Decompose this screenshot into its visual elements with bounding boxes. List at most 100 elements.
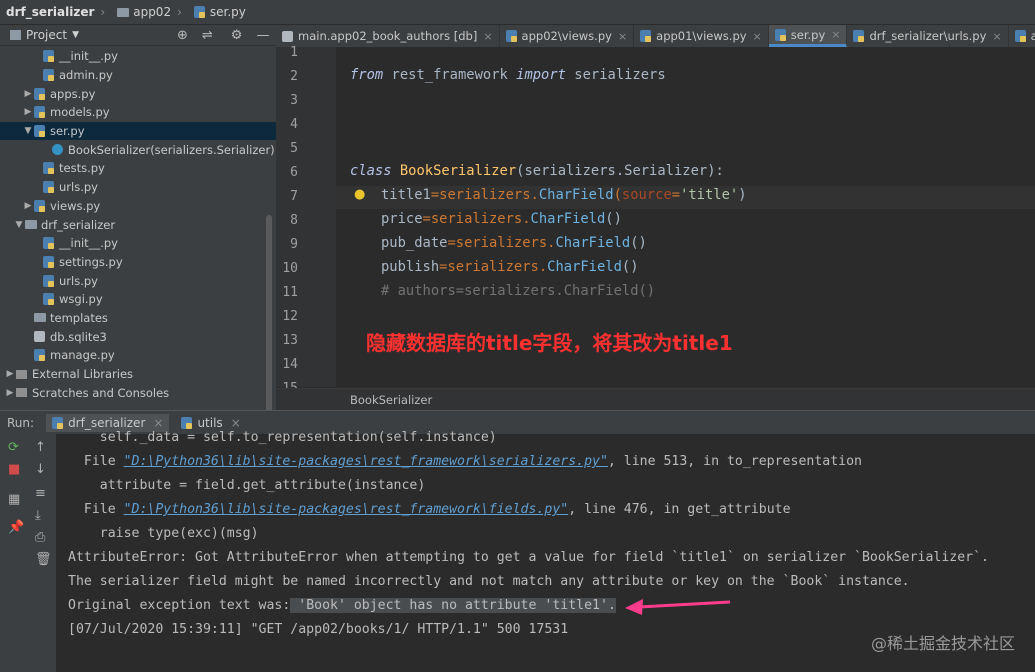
close-icon[interactable]: ×: [618, 30, 627, 43]
py-icon: [1014, 30, 1026, 42]
tree-item-label: urls.py: [59, 273, 98, 288]
expand-right-icon[interactable]: ▶: [22, 201, 34, 211]
tree-item-label: manage.py: [50, 348, 115, 363]
code-line-11: # authors=serializers.CharField(): [381, 283, 656, 299]
python-file-icon: [34, 125, 45, 138]
project-pane-header: Project ▼ ⊕ ⇌ ⚙ —: [0, 25, 276, 46]
file-link[interactable]: "D:\Python36\lib\site-packages\rest_fram…: [124, 454, 608, 469]
python-file-icon: [193, 6, 205, 18]
tree-item[interactable]: admin.py: [0, 66, 276, 85]
editor-tab[interactable]: app02\views.py ×: [500, 25, 635, 47]
close-icon[interactable]: ×: [483, 30, 492, 43]
tab-label: app02\urls.py: [1031, 29, 1035, 43]
locate-icon[interactable]: ⊕: [177, 28, 188, 43]
editor-tab[interactable]: ser.py ×: [768, 25, 848, 47]
run-label: Run:: [7, 416, 35, 430]
expand-right-icon[interactable]: ▶: [4, 388, 16, 398]
tree-item[interactable]: __init__.py: [0, 234, 276, 253]
tree-item[interactable]: BookSerializer(serializers.Serializer): [0, 140, 276, 159]
error-line: The serializer field might be named inco…: [68, 574, 910, 589]
tree-item[interactable]: db.sqlite3: [0, 327, 276, 346]
django-icon: [52, 417, 64, 429]
run-console[interactable]: self._data = self.to_representation(self…: [56, 430, 1035, 672]
line-number: 11: [282, 285, 298, 300]
rerun-icon[interactable]: ⟳: [8, 440, 19, 455]
tree-item[interactable]: wsgi.py: [0, 290, 276, 309]
tree-item[interactable]: settings.py: [0, 253, 276, 272]
editor-tab[interactable]: app01\views.py ×: [634, 25, 769, 47]
project-scrollbar[interactable]: [266, 215, 272, 430]
tree-item-label: db.sqlite3: [50, 329, 107, 344]
soft-wrap-icon[interactable]: ≡: [35, 486, 46, 501]
run-tab-utils[interactable]: utils ×: [181, 416, 241, 430]
editor-tab[interactable]: drf_serializer\urls.py ×: [847, 25, 1009, 47]
tree-item[interactable]: urls.py: [0, 271, 276, 290]
close-icon[interactable]: ×: [753, 30, 762, 43]
tree-item[interactable]: tests.py: [0, 159, 276, 178]
editor-tabs: main.app02_book_authors [db] × app02\views…: [276, 25, 1035, 48]
class-icon: [52, 144, 63, 156]
navigation-bar: drf_serializer › app02 › ser.py: [0, 0, 1035, 25]
editor-tab[interactable]: main.app02_book_authors [db] ×: [276, 25, 500, 47]
tree-item[interactable]: ▶ models.py: [0, 103, 276, 122]
stop-icon[interactable]: ■: [8, 462, 20, 477]
close-icon[interactable]: ×: [992, 30, 1001, 43]
tree-item[interactable]: ▶ apps.py: [0, 84, 276, 103]
tree-item[interactable]: ▶ views.py: [0, 197, 276, 216]
tree-item[interactable]: ▼ drf_serializer: [0, 215, 276, 234]
breadcrumb-class[interactable]: BookSerializer: [350, 393, 432, 407]
close-icon[interactable]: ×: [153, 416, 163, 430]
up-arrow-icon[interactable]: ↑: [35, 440, 46, 455]
close-icon[interactable]: ×: [231, 416, 241, 430]
expand-right-icon[interactable]: ▶: [22, 107, 34, 117]
tree-item[interactable]: ▶ Scratches and Consoles: [0, 383, 276, 402]
tree-item[interactable]: ▶ External Libraries: [0, 365, 276, 384]
line-number: 1: [290, 45, 298, 60]
python-file-icon: [43, 181, 54, 194]
line-number: 14: [282, 357, 298, 372]
tree-item[interactable]: urls.py: [0, 178, 276, 197]
breadcrumb-folder[interactable]: app02: [117, 5, 171, 19]
tree-item-label: __init__.py: [59, 236, 118, 251]
lightbulb-icon[interactable]: ●: [354, 187, 365, 202]
close-icon[interactable]: ×: [831, 28, 840, 41]
hide-icon[interactable]: —: [256, 28, 269, 43]
tree-item[interactable]: __init__.py: [0, 47, 276, 66]
folder-icon: [117, 7, 130, 17]
line-number: 9: [290, 237, 298, 252]
tree-item-label: __init__.py: [59, 49, 118, 64]
line-number: 3: [290, 93, 298, 108]
down-arrow-icon[interactable]: ↓: [35, 462, 46, 477]
tree-item[interactable]: ▼ ser.py: [0, 121, 276, 141]
project-view-selector[interactable]: Project: [26, 28, 67, 42]
python-file-icon: [43, 293, 54, 306]
expand-right-icon[interactable]: ▶: [4, 369, 16, 379]
expand-right-icon[interactable]: ▶: [22, 89, 34, 99]
file-link[interactable]: "D:\Python36\lib\site-packages\rest_fram…: [124, 502, 569, 517]
editor-tab[interactable]: app02\urls.py×: [1009, 25, 1035, 47]
python-file-icon: [43, 237, 54, 250]
breadcrumb-file[interactable]: ser.py: [193, 5, 246, 19]
project-tree: __init__.py admin.py ▶ apps.py ▶ models.py ▼ se…: [0, 47, 276, 402]
py-icon: [505, 30, 517, 42]
tree-item[interactable]: templates: [0, 309, 276, 328]
line-number: 7: [290, 189, 298, 204]
scroll-to-end-icon[interactable]: ⤓: [35, 508, 41, 523]
expand-down-icon[interactable]: ▼: [13, 220, 25, 230]
expand-down-icon[interactable]: ▼: [22, 126, 34, 136]
pin-icon[interactable]: 📌: [8, 520, 24, 535]
project-icon: [10, 30, 21, 40]
chevron-down-icon[interactable]: ▼: [72, 30, 79, 40]
code-editor[interactable]: ● from rest_framework import serializers…: [336, 47, 1035, 387]
collapse-icon[interactable]: ⇌: [202, 28, 213, 43]
breadcrumb-project[interactable]: drf_serializer: [6, 5, 94, 19]
python-file-icon: [34, 349, 45, 362]
print-icon[interactable]: ⎙: [35, 530, 45, 545]
python-file-icon: [43, 69, 54, 82]
trash-icon[interactable]: 🗑: [35, 552, 52, 567]
layout-icon[interactable]: ▦: [8, 492, 20, 507]
console-line: raise type(exc)(msg): [68, 526, 259, 541]
tree-item[interactable]: manage.py: [0, 346, 276, 365]
annotation-arrow: [625, 599, 731, 615]
gear-icon[interactable]: ⚙: [231, 28, 243, 43]
